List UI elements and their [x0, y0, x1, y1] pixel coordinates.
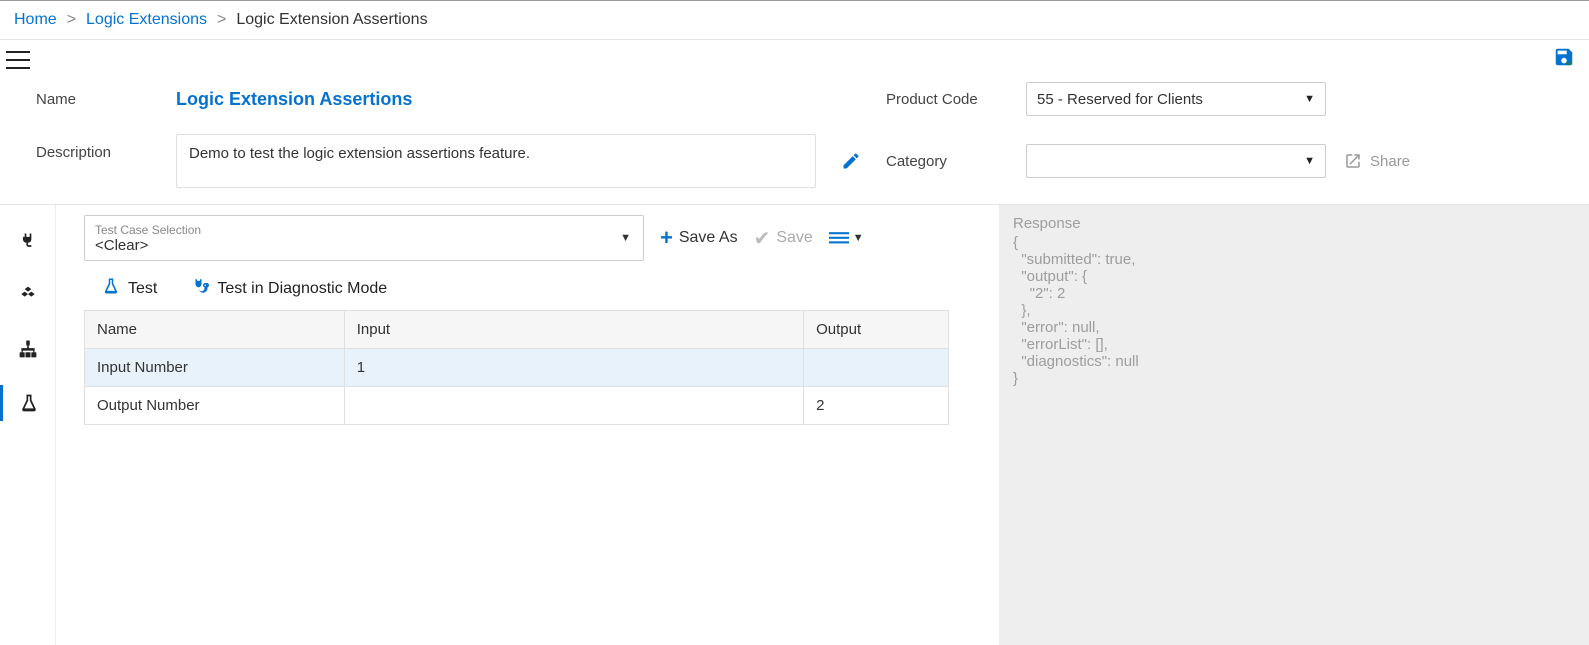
description-label: Description — [36, 134, 176, 161]
breadcrumb: Home > Logic Extensions > Logic Extensio… — [0, 0, 1589, 40]
col-header-input[interactable]: Input — [344, 311, 803, 349]
chevron-down-icon: ▼ — [620, 232, 631, 244]
chevron-down-icon: ▼ — [1304, 155, 1315, 167]
check-icon: ✔ — [754, 226, 771, 251]
table-row[interactable]: Input Number 1 — [85, 349, 949, 387]
save-as-label: Save As — [679, 229, 738, 247]
response-body: { "submitted": true, "output": { "2": 2 … — [1013, 234, 1575, 387]
save-button: ✔ Save — [754, 226, 813, 251]
hamburger-menu-icon[interactable] — [6, 51, 30, 69]
test-case-selection-value: <Clear> — [95, 237, 633, 254]
test-diagnostic-label: Test in Diagnostic Mode — [217, 280, 387, 298]
save-label: Save — [776, 229, 812, 247]
breadcrumb-sep: > — [67, 11, 76, 29]
plug-icon — [18, 231, 38, 251]
hierarchy-icon — [18, 339, 38, 359]
response-panel: Response { "submitted": true, "output": … — [999, 205, 1589, 645]
cell-input[interactable]: 1 — [344, 349, 803, 387]
save-as-button[interactable]: + Save As — [660, 225, 738, 251]
col-header-output[interactable]: Output — [804, 311, 949, 349]
product-code-select[interactable]: 55 - Reserved for Clients ▼ — [1026, 82, 1326, 116]
overflow-menu-button[interactable]: ▼ — [829, 231, 864, 245]
breadcrumb-home[interactable]: Home — [14, 11, 57, 29]
test-case-selection-label: Test Case Selection — [95, 223, 633, 237]
share-icon — [1344, 152, 1362, 170]
chevron-down-icon: ▼ — [853, 232, 864, 244]
test-button[interactable]: Test — [102, 277, 157, 300]
name-label: Name — [36, 91, 176, 108]
save-record-icon[interactable] — [1553, 46, 1575, 74]
vertical-tab-rail — [0, 205, 56, 645]
cell-output[interactable] — [804, 349, 949, 387]
cell-output[interactable]: 2 — [804, 387, 949, 425]
vtab-test[interactable] — [0, 385, 55, 421]
table-row[interactable]: Output Number 2 — [85, 387, 949, 425]
menu-lines-icon — [829, 231, 849, 245]
response-header: Response — [1013, 215, 1575, 232]
chevron-down-icon: ▼ — [1304, 93, 1315, 105]
breadcrumb-current: Logic Extension Assertions — [236, 11, 427, 29]
cell-name: Input Number — [85, 349, 345, 387]
breadcrumb-sep: > — [217, 11, 226, 29]
breadcrumb-logic-extensions[interactable]: Logic Extensions — [86, 11, 207, 29]
stethoscope-icon — [191, 277, 209, 300]
product-code-label: Product Code — [886, 91, 1026, 108]
cell-name: Output Number — [85, 387, 345, 425]
io-table: Name Input Output Input Number 1 Output … — [84, 310, 949, 425]
category-select[interactable]: ▼ — [1026, 144, 1326, 178]
test-diagnostic-button[interactable]: Test in Diagnostic Mode — [191, 277, 387, 300]
vtab-hierarchy[interactable] — [0, 331, 55, 367]
cell-input[interactable] — [344, 387, 803, 425]
test-case-selection-dropdown[interactable]: Test Case Selection <Clear> ▼ — [84, 215, 644, 261]
page-title: Logic Extension Assertions — [176, 89, 816, 110]
share-label: Share — [1370, 153, 1410, 170]
col-header-name[interactable]: Name — [85, 311, 345, 349]
vtab-plug[interactable] — [0, 223, 55, 259]
category-label: Category — [886, 153, 1026, 170]
objects-icon — [18, 285, 38, 305]
product-code-value: 55 - Reserved for Clients — [1037, 91, 1203, 108]
vtab-objects[interactable] — [0, 277, 55, 313]
share-button[interactable]: Share — [1326, 152, 1446, 170]
flask-icon — [19, 393, 39, 413]
description-input[interactable]: Demo to test the logic extension asserti… — [176, 134, 816, 188]
flask-icon — [102, 277, 120, 300]
plus-icon: + — [660, 225, 673, 251]
edit-description-button[interactable] — [816, 151, 886, 171]
test-label: Test — [128, 280, 157, 298]
